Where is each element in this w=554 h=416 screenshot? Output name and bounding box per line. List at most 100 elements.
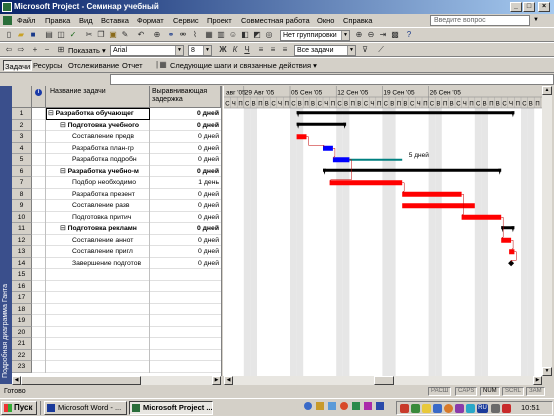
gantt-chart[interactable]: авг '05 29 Авг '05 05 Сен '05 12 Сен '05 19 … xyxy=(224,86,542,376)
tray-messenger-icon[interactable] xyxy=(466,404,475,413)
preview-icon[interactable]: ◫ xyxy=(56,30,66,40)
task-name-cell[interactable]: Подготовка притич xyxy=(46,211,150,223)
menu-help[interactable]: Справка xyxy=(340,14,375,27)
quicklaunch-desktop-icon[interactable] xyxy=(328,402,336,410)
open-icon[interactable]: ▰ xyxy=(16,30,26,40)
menu-insert[interactable]: Вставка xyxy=(98,14,132,27)
indicator-cell[interactable] xyxy=(32,303,46,315)
task-name-cell[interactable]: Завершение подготов xyxy=(46,257,150,269)
slack-cell[interactable]: 1 день xyxy=(150,177,221,189)
indicator-cell[interactable] xyxy=(32,349,46,361)
table-row[interactable]: 21 xyxy=(12,338,221,350)
copy-wizard-icon[interactable]: ▩ xyxy=(390,30,400,40)
close-button[interactable]: × xyxy=(538,2,550,12)
task-name-cell[interactable]: Составление разв xyxy=(46,200,150,212)
slack-cell[interactable]: 0 дней xyxy=(150,246,221,258)
row-number[interactable]: 2 xyxy=(12,119,32,131)
indicator-cell[interactable] xyxy=(32,257,46,269)
slack-cell[interactable]: 0 дней xyxy=(150,120,221,132)
row-number[interactable]: 22 xyxy=(12,349,32,361)
table-row[interactable]: 17 xyxy=(12,292,221,304)
indicator-cell[interactable] xyxy=(32,165,46,177)
row-number[interactable]: 1 xyxy=(12,108,32,120)
row-number[interactable]: 6 xyxy=(12,165,32,177)
row-number[interactable]: 10 xyxy=(12,211,32,223)
unlink-tasks-icon[interactable]: ⚮ xyxy=(178,30,188,40)
entry-field[interactable] xyxy=(110,74,554,85)
table-scroll-left[interactable]: ◀ xyxy=(12,376,21,385)
table-row[interactable]: 12 Составление аннот 0 дней xyxy=(12,234,221,246)
slack-cell[interactable]: 0 дней xyxy=(150,189,221,201)
project-app-icon[interactable] xyxy=(2,2,12,12)
row-number[interactable]: 12 xyxy=(12,234,32,246)
indicator-cell[interactable] xyxy=(32,211,46,223)
row-number[interactable]: 11 xyxy=(12,223,32,235)
indicator-cell[interactable] xyxy=(32,234,46,246)
task-name-cell[interactable]: Составление предв xyxy=(46,131,150,143)
table-row[interactable]: 13 Составление пригл 0 дней xyxy=(12,246,221,258)
row-number[interactable]: 23 xyxy=(12,361,32,373)
slack-cell[interactable] xyxy=(150,292,221,304)
indicator-cell[interactable] xyxy=(32,177,46,189)
table-row[interactable]: 3 Составление предв 0 дней xyxy=(12,131,221,143)
align-left-icon[interactable]: ≡ xyxy=(256,45,266,55)
slack-cell[interactable]: 0 дней xyxy=(150,154,221,166)
quicklaunch-ie-icon[interactable] xyxy=(304,402,312,410)
bold-icon[interactable]: Ж xyxy=(218,45,228,55)
align-center-icon[interactable]: ≡ xyxy=(268,45,278,55)
indicator-cell[interactable] xyxy=(32,280,46,292)
italic-icon[interactable]: К xyxy=(230,45,240,55)
table-row[interactable]: 8 Разработка презент 0 дней xyxy=(12,188,221,201)
ask-dropdown-icon[interactable]: ▼ xyxy=(533,17,539,23)
slack-cell[interactable] xyxy=(150,327,221,339)
indicator-cell[interactable] xyxy=(32,315,46,327)
indicator-cell[interactable] xyxy=(32,188,46,200)
indicator-cell[interactable] xyxy=(32,326,46,338)
doc-icon[interactable] xyxy=(3,16,12,25)
vertical-scrollbar[interactable]: ▲ ▼ xyxy=(542,86,552,376)
table-scroll-thumb[interactable] xyxy=(21,376,141,385)
select-all-corner[interactable] xyxy=(12,86,32,108)
slack-cell[interactable] xyxy=(150,338,221,350)
show-dropdown[interactable]: Показать ▾ xyxy=(68,45,106,56)
paste-icon[interactable]: ▣ xyxy=(108,30,118,40)
task-info-icon[interactable]: ▦ xyxy=(204,30,214,40)
indicator-cell[interactable] xyxy=(32,108,46,120)
task-notes-icon[interactable]: ▥ xyxy=(216,30,226,40)
next-steps-icon[interactable]: ▦ xyxy=(158,60,168,70)
task-name-cell[interactable]: Разработка подробн xyxy=(46,154,150,166)
collapse-icon[interactable]: ⊟ xyxy=(60,122,68,129)
show-menu-icon[interactable]: ⊞ xyxy=(56,45,66,55)
indicator-cell[interactable] xyxy=(32,338,46,350)
menu-tools[interactable]: Сервис xyxy=(170,14,202,27)
quicklaunch-media-icon[interactable] xyxy=(340,402,348,410)
gantt-scroll-thumb[interactable] xyxy=(374,376,394,385)
row-number[interactable]: 5 xyxy=(12,154,32,166)
indicator-cell[interactable] xyxy=(32,142,46,154)
assign-resources-icon[interactable]: ☺ xyxy=(228,30,238,40)
slack-cell[interactable]: 0 дней xyxy=(150,166,221,178)
table-scroll-right[interactable]: ▶ xyxy=(212,376,221,385)
tray-monitor-icon[interactable] xyxy=(433,404,442,413)
gantt-horizontal-scrollbar[interactable]: ◀ ▶ xyxy=(224,376,542,385)
ask-question-input[interactable]: Введите вопрос xyxy=(430,15,530,26)
web-icon[interactable]: ◎ xyxy=(264,30,274,40)
task-name-cell[interactable] xyxy=(46,349,150,361)
tray-app-icon[interactable] xyxy=(455,404,464,413)
table-row[interactable]: 1 ⊟ Разработка обучающег 0 дней xyxy=(12,108,221,120)
align-right-icon[interactable]: ≡ xyxy=(280,45,290,55)
slack-header[interactable]: Выравнивающая задержка xyxy=(150,86,221,108)
task-name-cell[interactable] xyxy=(46,292,150,304)
indicator-cell[interactable] xyxy=(32,119,46,131)
table-horizontal-scrollbar[interactable]: ◀ ▶ xyxy=(12,376,221,385)
tray-network-icon[interactable] xyxy=(411,404,420,413)
indicator-cell[interactable] xyxy=(32,361,46,373)
table-row[interactable]: 6 ⊟ Разработка учебно-м 0 дней xyxy=(12,165,221,178)
row-number[interactable]: 15 xyxy=(12,269,32,281)
slack-cell[interactable] xyxy=(150,269,221,281)
table-row[interactable]: 11 ⊟ Подготовка рекламн 0 дней xyxy=(12,223,221,235)
tray-alert-icon[interactable] xyxy=(502,404,511,413)
row-number[interactable]: 17 xyxy=(12,292,32,304)
row-number[interactable]: 7 xyxy=(12,177,32,189)
task-name-cell[interactable] xyxy=(46,280,150,292)
